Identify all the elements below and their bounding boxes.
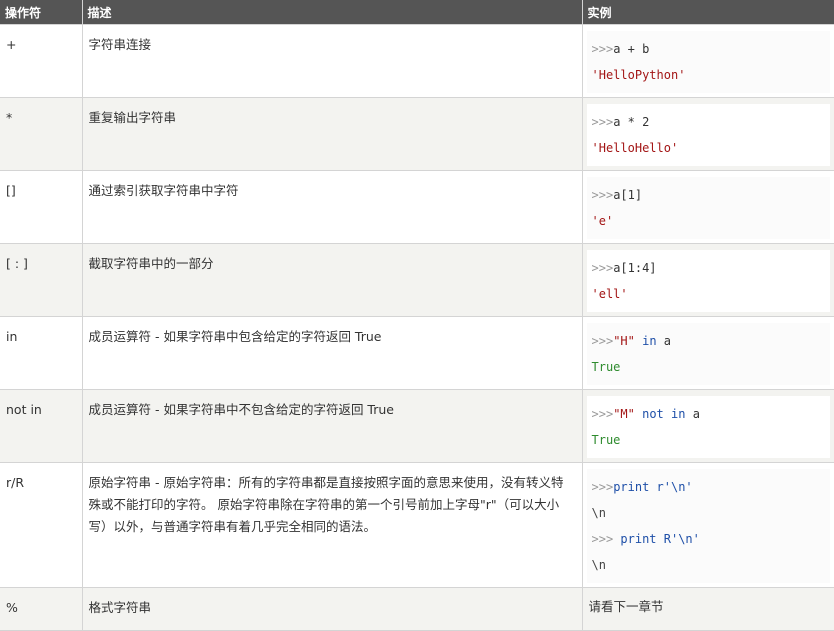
table-row: [ : ] 截取字符串中的一部分 >>>a[1:4] 'ell' [0, 243, 834, 317]
code-block[interactable]: >>>a[1] 'e' [586, 177, 830, 239]
example-cell: 请看下一章节 [581, 587, 834, 631]
description-cell: 截取字符串中的一部分 [81, 243, 583, 317]
code-block[interactable]: >>>a + b 'HelloPython' [586, 31, 830, 93]
code-output: 'HelloHello' [591, 141, 679, 155]
table-row: + 字符串连接 >>>a + b 'HelloPython' [0, 24, 834, 98]
table-row: not in 成员运算符 - 如果字符串中不包含给定的字符返回 True >>>… [0, 389, 834, 463]
code-output: \n [591, 506, 606, 520]
code-block[interactable]: >>>a * 2 'HelloHello' [586, 104, 830, 166]
table-header-row: 操作符 描述 实例 [0, 0, 834, 25]
operator-cell: % [0, 587, 83, 631]
code-block[interactable]: >>>print r'\n' \n >>> print R'\n' \n [586, 469, 830, 583]
example-cell: >>>a * 2 'HelloHello' [581, 97, 834, 171]
operator-cell: not in [0, 389, 83, 463]
code-input: print R'\n' [620, 532, 700, 546]
code-output: 'ell' [591, 287, 628, 301]
code-keyword: not in [642, 407, 686, 421]
code-output: 'HelloPython' [591, 68, 686, 82]
header-description: 描述 [81, 0, 583, 25]
header-example: 实例 [581, 0, 834, 25]
code-output: True [591, 360, 621, 374]
table-row: in 成员运算符 - 如果字符串中包含给定的字符返回 True >>>"H" i… [0, 316, 834, 390]
code-variable: a [692, 407, 700, 421]
example-cell: >>>"M" not in a True [581, 389, 834, 463]
code-output: \n [591, 558, 606, 572]
description-cell: 成员运算符 - 如果字符串中包含给定的字符返回 True [81, 316, 583, 390]
code-input: a[1:4] [613, 261, 657, 275]
code-input: print r'\n' [613, 480, 693, 494]
code-prompt: >>> [591, 532, 621, 546]
description-cell: 重复输出字符串 [81, 97, 583, 171]
table-row: r/R 原始字符串 - 原始字符串：所有的字符串都是直接按照字面的意思来使用，没… [0, 462, 834, 588]
code-input: a * 2 [613, 115, 650, 129]
table-row: % 格式字符串 请看下一章节 [0, 587, 834, 631]
example-cell: >>>a + b 'HelloPython' [581, 24, 834, 98]
code-block[interactable]: >>>"M" not in a True [586, 396, 830, 458]
code-prompt: >>> [591, 334, 614, 348]
description-cell: 字符串连接 [81, 24, 583, 98]
operator-cell: [ : ] [0, 243, 83, 317]
code-input: a + b [613, 42, 650, 56]
example-cell: >>>"H" in a True [581, 316, 834, 390]
code-keyword: in [642, 334, 657, 348]
header-operator: 操作符 [0, 0, 83, 25]
code-prompt: >>> [591, 188, 614, 202]
description-cell: 通过索引获取字符串中字符 [81, 170, 583, 244]
example-cell: >>>print r'\n' \n >>> print R'\n' \n [581, 462, 834, 588]
code-block[interactable]: >>>"H" in a True [586, 323, 830, 385]
operator-cell: in [0, 316, 83, 390]
code-variable: a [663, 334, 672, 348]
code-prompt: >>> [591, 115, 614, 129]
string-operators-table: 操作符 描述 实例 + 字符串连接 >>>a + b 'HelloPython'… [0, 0, 834, 631]
code-string: "H" [613, 334, 635, 348]
code-prompt: >>> [591, 261, 614, 275]
description-cell: 原始字符串 - 原始字符串：所有的字符串都是直接按照字面的意思来使用，没有转义特… [81, 462, 583, 588]
example-cell: >>>a[1] 'e' [581, 170, 834, 244]
operator-cell: * [0, 97, 83, 171]
table-row: [] 通过索引获取字符串中字符 >>>a[1] 'e' [0, 170, 834, 244]
example-cell: >>>a[1:4] 'ell' [581, 243, 834, 317]
code-prompt: >>> [591, 480, 614, 494]
code-prompt: >>> [591, 42, 614, 56]
code-prompt: >>> [591, 407, 614, 421]
operator-cell: r/R [0, 462, 83, 588]
code-input: a[1] [613, 188, 643, 202]
code-output: True [591, 433, 621, 447]
operator-cell: [] [0, 170, 83, 244]
code-block[interactable]: >>>a[1:4] 'ell' [586, 250, 830, 312]
code-output: 'e' [591, 214, 614, 228]
table-row: * 重复输出字符串 >>>a * 2 'HelloHello' [0, 97, 834, 171]
description-cell: 格式字符串 [81, 587, 583, 631]
description-cell: 成员运算符 - 如果字符串中不包含给定的字符返回 True [81, 389, 583, 463]
code-string: "M" [613, 407, 635, 421]
operator-cell: + [0, 24, 83, 98]
